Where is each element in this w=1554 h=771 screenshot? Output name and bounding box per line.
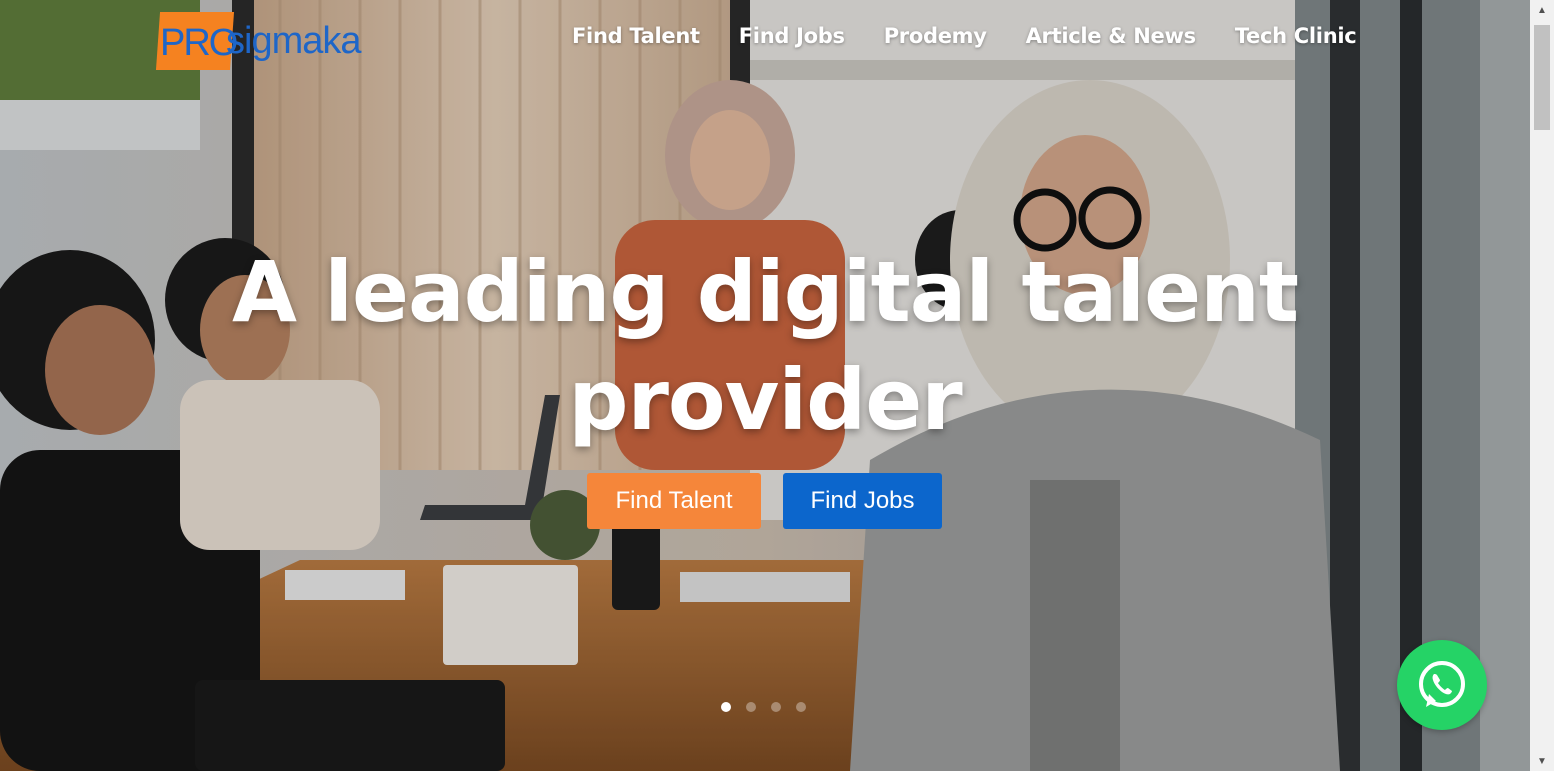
find-talent-button[interactable]: Find Talent — [587, 473, 761, 529]
carousel-dot-4[interactable] — [796, 702, 806, 712]
carousel-indicators — [721, 702, 806, 712]
hero-headline-line-1: A leading digital talent — [231, 243, 1299, 341]
find-jobs-button[interactable]: Find Jobs — [783, 473, 942, 529]
whatsapp-button[interactable] — [1397, 640, 1487, 730]
scroll-up-icon[interactable]: ▲ — [1530, 0, 1554, 20]
carousel-dot-1[interactable] — [721, 702, 731, 712]
logo-text-pro: PRO — [160, 22, 238, 64]
page: PRO sigmaka Find Talent Find Jobs Prodem… — [0, 0, 1554, 771]
hero-cta-group: Find Talent Find Jobs — [587, 473, 942, 529]
nav-item-tech-clinic[interactable]: Tech Clinic — [1235, 24, 1357, 48]
site-header: PRO sigmaka Find Talent Find Jobs Prodem… — [0, 0, 1530, 84]
nav-item-prodemy[interactable]: Prodemy — [884, 24, 987, 48]
whatsapp-icon — [1419, 661, 1465, 707]
nav-item-find-jobs[interactable]: Find Jobs — [739, 24, 845, 48]
hero-headline-line-2: provider — [568, 351, 962, 449]
nav-item-find-talent[interactable]: Find Talent — [572, 24, 700, 48]
scrollbar-thumb[interactable] — [1534, 25, 1550, 130]
logo-text-sigmaka: sigmaka — [226, 20, 361, 62]
carousel-dot-2[interactable] — [746, 702, 756, 712]
prosigmaka-logo[interactable]: PRO sigmaka — [155, 12, 388, 72]
scroll-down-icon[interactable]: ▼ — [1530, 751, 1554, 771]
carousel-dot-3[interactable] — [771, 702, 781, 712]
nav-item-article-news[interactable]: Article & News — [1026, 24, 1197, 48]
hero-headline: A leading digital talent provider — [215, 238, 1315, 454]
page-scrollbar[interactable]: ▲ ▼ — [1530, 0, 1554, 771]
main-nav: Find Talent Find Jobs Prodemy Article & … — [572, 24, 1357, 48]
